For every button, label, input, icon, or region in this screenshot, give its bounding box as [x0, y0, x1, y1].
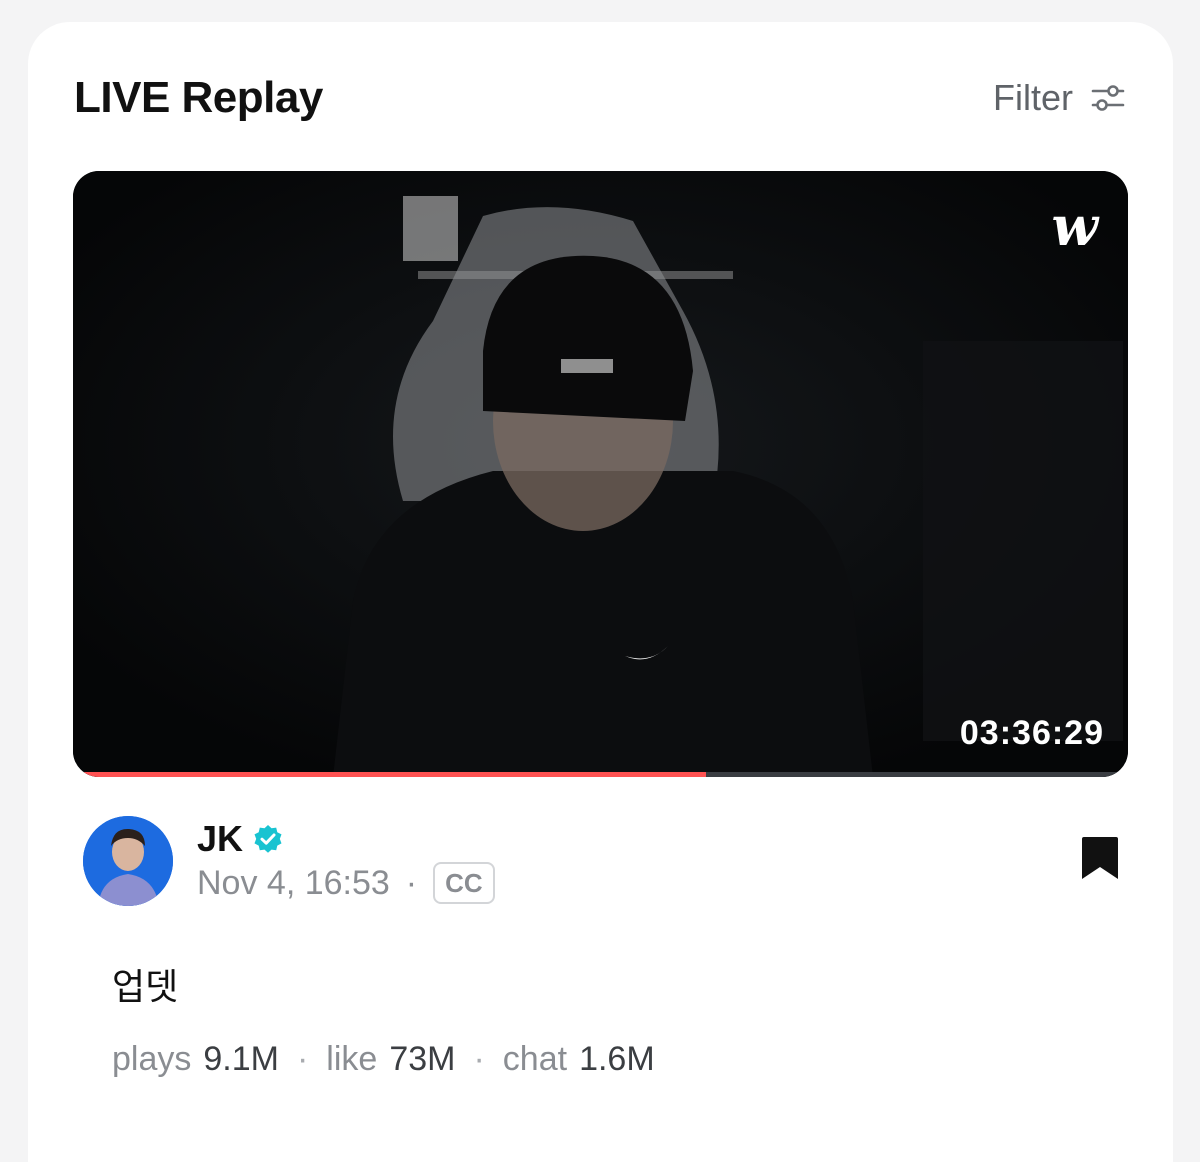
live-replay-card: LIVE Replay Filter w 03:36:29 JK Nov 4, …	[28, 22, 1173, 1162]
avatar[interactable]	[83, 816, 173, 906]
stats-separator: ·	[473, 1040, 485, 1078]
progress-track	[73, 772, 1128, 777]
filter-button[interactable]: Filter	[993, 77, 1125, 119]
chat-label: chat	[502, 1040, 568, 1078]
plays-count: 9.1M	[203, 1040, 279, 1078]
chat-count: 1.6M	[579, 1040, 655, 1078]
header: LIVE Replay Filter	[74, 72, 1125, 124]
page-title: LIVE Replay	[74, 73, 323, 122]
cc-badge: CC	[433, 862, 495, 904]
bookmark-icon[interactable]	[1079, 836, 1121, 880]
like-count: 73M	[389, 1040, 456, 1078]
meta-separator: ·	[405, 863, 418, 902]
video-frame-image	[73, 171, 1128, 777]
stats-row: plays 9.1M · like 73M · chat 1.6M	[112, 1040, 655, 1079]
post-date: Nov 4, 16:53	[197, 863, 390, 902]
author-name[interactable]: JK	[197, 818, 243, 860]
post-caption: 업뎃	[112, 966, 179, 1007]
video-duration: 03:36:29	[959, 714, 1104, 752]
verified-badge-icon	[254, 825, 282, 853]
author-name-row: JK	[197, 818, 283, 860]
video-thumbnail[interactable]: w 03:36:29	[73, 171, 1128, 777]
stats-separator: ·	[296, 1040, 309, 1078]
like-label: like	[326, 1040, 378, 1078]
weverse-logo: w	[1051, 194, 1099, 258]
progress-fill	[73, 772, 706, 777]
sliders-icon	[1091, 85, 1125, 111]
plays-label: plays	[112, 1040, 192, 1078]
avatar-image	[83, 816, 173, 906]
author-row: JK Nov 4, 16:53 · CC	[83, 816, 1121, 912]
filter-label: Filter	[993, 77, 1073, 118]
meta-row: Nov 4, 16:53 · CC	[197, 862, 495, 904]
